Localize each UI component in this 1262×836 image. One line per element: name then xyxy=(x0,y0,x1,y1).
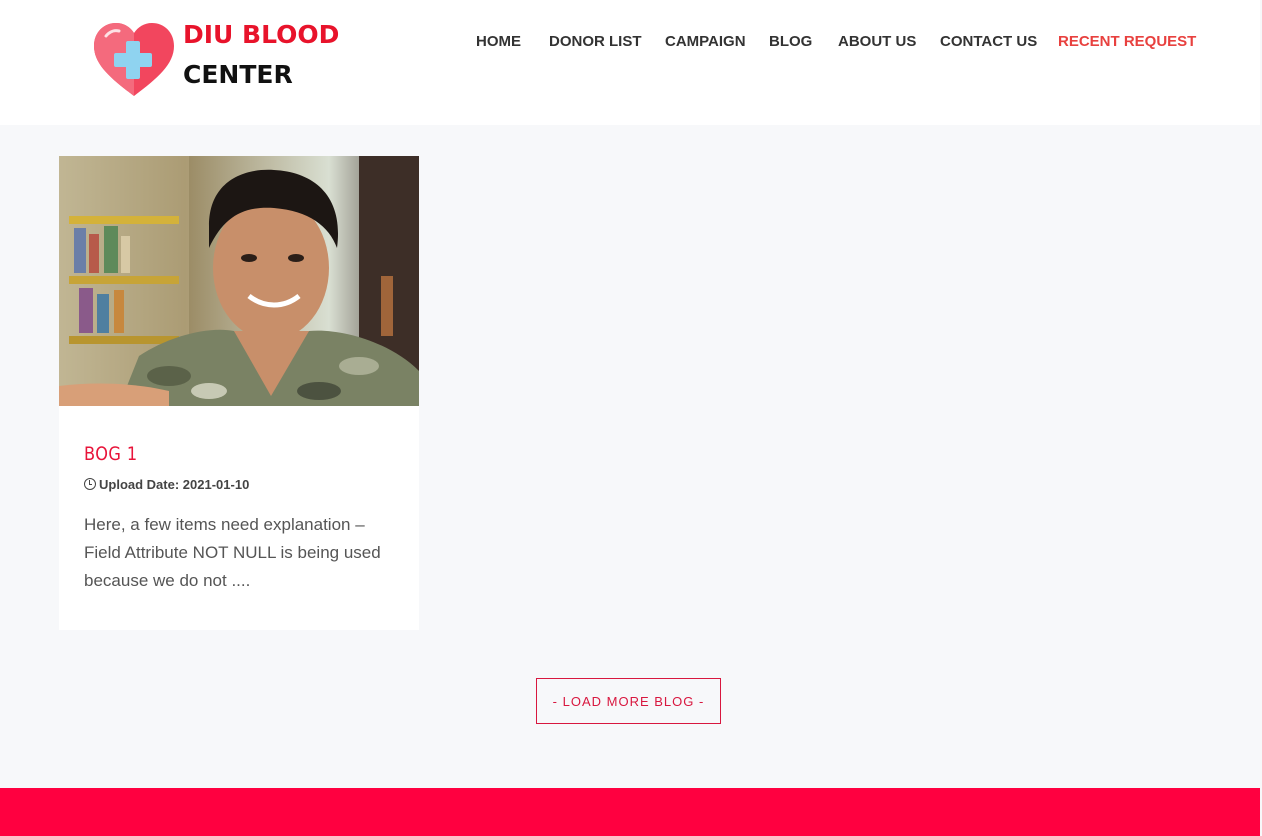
nav-about-us[interactable]: ABOUT US xyxy=(838,33,916,50)
nav-campaign[interactable]: CAMPAIGN xyxy=(665,33,746,50)
nav-contact-us[interactable]: CONTACT US xyxy=(940,33,1037,50)
blog-excerpt: Here, a few items need explanation – Fie… xyxy=(84,515,381,590)
brand-subtitle: CENTER xyxy=(183,60,293,89)
blog-photo xyxy=(59,156,419,406)
blog-card: BOG 1 Upload Date: 2021-01-10 Here, a fe… xyxy=(59,156,419,630)
heart-cross-icon xyxy=(94,23,174,96)
clock-icon xyxy=(84,478,96,490)
site-logo[interactable]: DIU BLOOD CENTER xyxy=(92,20,339,100)
load-more-button[interactable]: - LOAD MORE BLOG - xyxy=(536,678,721,724)
brand-name: DIU BLOOD xyxy=(183,20,340,49)
nav-donor-list[interactable]: DONOR LIST xyxy=(549,33,642,50)
nav-recent-request[interactable]: RECENT REQUEST xyxy=(1058,33,1196,50)
upload-date: Upload Date: 2021-01-10 xyxy=(84,477,249,492)
upload-date-value: 2021-01-10 xyxy=(182,477,250,492)
nav-home[interactable]: HOME xyxy=(476,33,521,50)
blog-title[interactable]: BOG 1 xyxy=(84,443,138,465)
footer-bar xyxy=(0,788,1260,836)
nav-blog[interactable]: BLOG xyxy=(769,33,812,50)
site-header: DIU BLOOD CENTER HOME DONOR LIST CAMPAIG… xyxy=(0,0,1260,125)
blog-thumbnail[interactable] xyxy=(59,156,419,406)
upload-date-label: Upload Date: xyxy=(99,477,180,492)
